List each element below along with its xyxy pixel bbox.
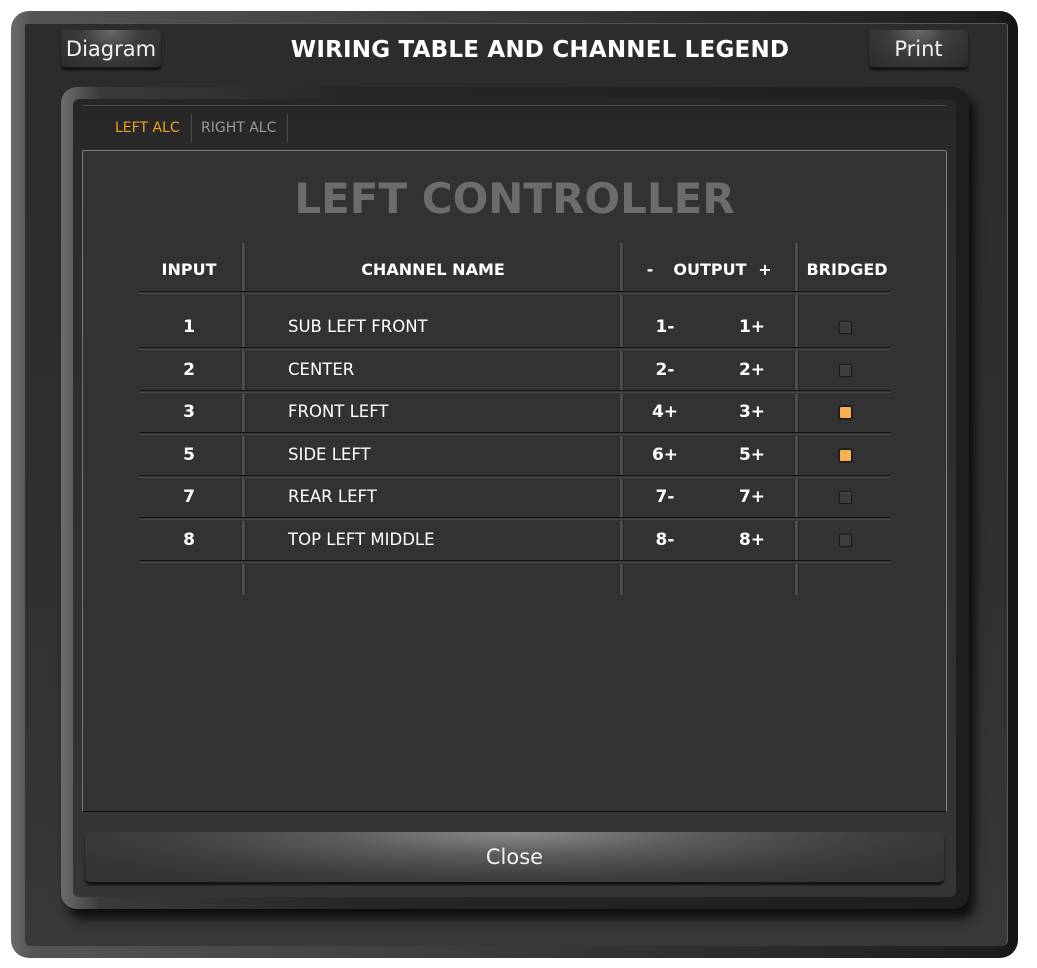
tab-left-alc[interactable]: LEFT ALC (115, 116, 180, 140)
output-positive: 7+ (738, 487, 766, 508)
output-positive: 8+ (738, 530, 766, 550)
bridged-checkbox[interactable] (839, 534, 852, 547)
input-number: 1 (183, 317, 195, 337)
output-negative: 6+ (651, 444, 679, 465)
row-divider (139, 517, 891, 522)
column-header-channel-name: CHANNEL NAME (361, 260, 505, 279)
row-divider (139, 347, 891, 351)
bridged-checkbox[interactable] (839, 491, 852, 505)
channel-name: SUB LEFT FRONT (288, 317, 428, 336)
bridged-checkbox[interactable] (839, 448, 852, 462)
column-header-output-minus: - (646, 260, 654, 279)
bridged-checkbox[interactable] (839, 321, 852, 334)
tab-content: LEFT CONTROLLER INPUT CHANNEL NAME - OUT… (82, 150, 947, 812)
column-divider (794, 243, 799, 595)
column-header-input: INPUT (161, 260, 217, 279)
print-button[interactable]: Print (869, 30, 968, 68)
header-divider (139, 291, 891, 295)
output-negative: 8- (655, 530, 675, 550)
channel-name: FRONT LEFT (288, 402, 389, 422)
tab-divider (286, 114, 288, 142)
output-positive: 1+ (738, 317, 766, 337)
tab-right-alc[interactable]: RIGHT ALC (201, 116, 276, 140)
output-negative: 2- (655, 359, 675, 380)
channel-name: SIDE LEFT (288, 444, 371, 464)
row-divider (139, 432, 891, 437)
output-positive: 5+ (738, 444, 766, 465)
column-header-bridged: BRIDGED (806, 260, 888, 279)
wiring-panel-body: LEFT ALC RIGHT ALC LEFT CONTROLLER INPUT… (73, 99, 956, 897)
wiring-table: INPUT CHANNEL NAME - OUTPUT + BRIDGED 1 S… (83, 151, 946, 811)
diagram-button[interactable]: Diagram (61, 30, 161, 68)
channel-name: TOP LEFT MIDDLE (288, 530, 435, 549)
output-positive: 2+ (738, 359, 766, 380)
channel-name: REAR LEFT (288, 487, 377, 507)
dialog-title: WIRING TABLE AND CHANNEL LEGEND (290, 37, 790, 63)
row-divider (139, 560, 891, 564)
column-header-output: OUTPUT (673, 260, 747, 279)
output-negative: 7- (655, 487, 675, 508)
tab-bar: LEFT ALC RIGHT ALC (83, 105, 946, 153)
wiring-panel: LEFT ALC RIGHT ALC LEFT CONTROLLER INPUT… (61, 87, 969, 909)
bridged-checkbox[interactable] (839, 363, 852, 377)
column-divider (241, 243, 246, 595)
column-header-output-plus: + (758, 260, 772, 279)
channel-name: CENTER (288, 359, 355, 379)
input-number: 8 (183, 530, 195, 550)
output-negative: 1- (655, 317, 675, 337)
input-number: 5 (183, 444, 195, 465)
bridged-checkbox[interactable] (839, 406, 852, 420)
close-button[interactable]: Close (85, 832, 944, 882)
tab-divider (190, 114, 192, 142)
output-positive: 3+ (738, 402, 766, 423)
input-number: 3 (183, 402, 195, 423)
input-number: 7 (183, 487, 195, 508)
row-divider (139, 389, 891, 394)
output-negative: 4+ (651, 402, 679, 423)
input-number: 2 (183, 359, 195, 380)
row-divider (139, 474, 891, 479)
column-divider (619, 243, 624, 595)
